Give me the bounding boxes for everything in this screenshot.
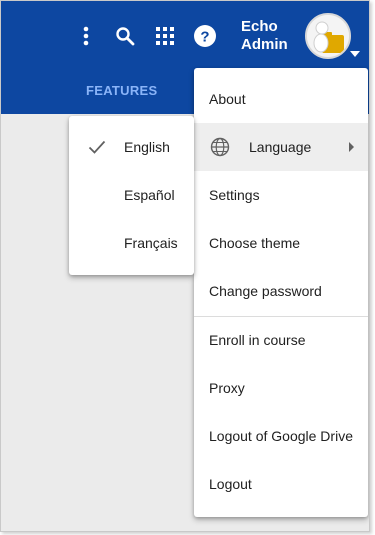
language-option-francais[interactable]: Français xyxy=(69,219,194,267)
menu-item-logout-google-drive[interactable]: Logout of Google Drive xyxy=(194,412,368,460)
language-option-label: Français xyxy=(124,235,178,251)
language-option-label: English xyxy=(124,139,170,155)
more-vert-icon[interactable] xyxy=(73,23,99,49)
menu-item-about[interactable]: About xyxy=(194,75,368,123)
checkmark-icon xyxy=(88,140,106,154)
language-submenu: English Español Français xyxy=(69,116,194,275)
avatar-dropdown-caret-icon[interactable] xyxy=(350,51,360,57)
language-option-label: Español xyxy=(124,187,175,203)
menu-item-language[interactable]: Language xyxy=(194,123,368,171)
menu-item-choose-theme[interactable]: Choose theme xyxy=(194,219,368,267)
menu-item-settings[interactable]: Settings xyxy=(194,171,368,219)
language-option-espanol[interactable]: Español xyxy=(69,171,194,219)
avatar-image xyxy=(307,15,349,57)
help-icon[interactable]: ? xyxy=(192,23,218,49)
menu-item-enroll-in-course[interactable]: Enroll in course xyxy=(194,316,368,364)
apps-grid-icon[interactable] xyxy=(152,23,178,49)
user-menu: About Language Settings Choose theme Cha… xyxy=(194,68,368,517)
user-name-first: Echo xyxy=(241,18,278,35)
submenu-arrow-icon xyxy=(349,142,354,152)
svg-text:?: ? xyxy=(200,29,209,46)
menu-item-language-label: Language xyxy=(249,139,312,155)
menu-item-proxy[interactable]: Proxy xyxy=(194,364,368,412)
menu-item-logout[interactable]: Logout xyxy=(194,460,368,508)
menu-item-change-password[interactable]: Change password xyxy=(194,267,368,315)
user-name[interactable]: Echo Admin xyxy=(241,18,301,54)
globe-icon xyxy=(210,137,230,157)
search-icon[interactable] xyxy=(112,23,138,49)
language-option-english[interactable]: English xyxy=(69,123,194,171)
avatar[interactable] xyxy=(305,13,351,59)
app-window: ? Echo Admin FEATURES About Language Set… xyxy=(0,0,370,532)
tab-features[interactable]: FEATURES xyxy=(86,83,158,98)
user-name-last: Admin xyxy=(241,36,288,53)
